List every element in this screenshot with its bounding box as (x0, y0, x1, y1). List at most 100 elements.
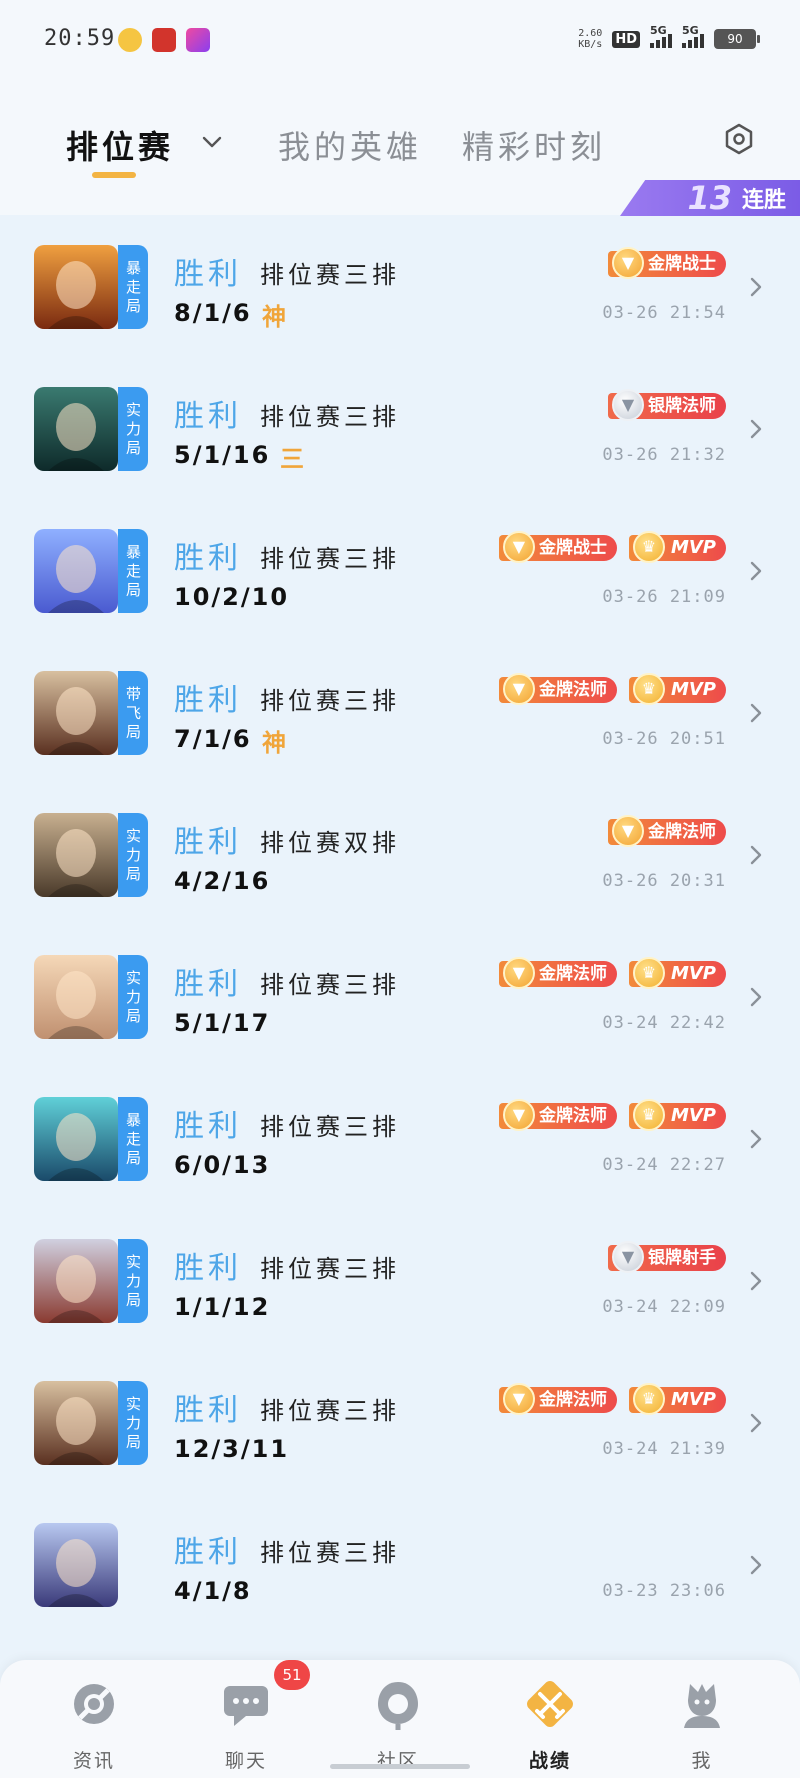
medal-label: 金牌法师 (538, 964, 607, 984)
match-row[interactable]: 带飞局 胜利 排位赛三排 7/1/6 神 ▼ 金牌法师 ♛ MVP 03-26 20:… (0, 641, 800, 783)
news-icon (74, 1684, 114, 1724)
hero-avatar-group (34, 1523, 148, 1607)
medal-icon: ▼ (612, 1241, 644, 1273)
status-indicators: 2.60 KB/s HD 5G 5G 90 (578, 24, 760, 54)
medal-label: 金牌战士 (648, 254, 716, 274)
home-indicator[interactable] (330, 1764, 470, 1769)
match-type: 排位赛三排 (260, 1113, 400, 1141)
match-type: 排位赛三排 (260, 1397, 400, 1425)
hero-avatar-group: 实力局 (34, 813, 148, 897)
chevron-right-icon[interactable] (746, 559, 766, 583)
kda-score: 12/3/11 (174, 1435, 290, 1463)
crown-icon: ♛ (632, 957, 665, 989)
nav-news[interactable]: 资讯 (34, 1674, 154, 1774)
kda-score: 6/0/13 (174, 1151, 271, 1179)
kda-score: 4/2/16 (174, 867, 271, 895)
chevron-right-icon[interactable] (746, 1127, 766, 1151)
match-mode-tag: 实力局 (118, 955, 148, 1039)
medal-badge: ▼ 金牌战士 (608, 247, 726, 279)
match-row[interactable]: 实力局 胜利 排位赛三排 12/3/11 ▼ 金牌法师 ♛ MVP 03-24 21:… (0, 1351, 800, 1493)
settings-icon[interactable] (722, 122, 756, 156)
network-speed: 2.60 KB/s (578, 28, 603, 50)
match-row[interactable]: 实力局 胜利 排位赛双排 4/2/16 ▼ 金牌法师 03-26 20:31 (0, 783, 800, 925)
match-mode-tag: 暴走局 (118, 529, 148, 613)
match-result: 胜利 (174, 1535, 242, 1570)
match-type: 排位赛三排 (260, 1255, 400, 1283)
chevron-right-icon[interactable] (746, 985, 766, 1009)
mvp-badge: ♛ MVP (628, 531, 726, 563)
hero-avatar-group: 实力局 (34, 387, 148, 471)
match-row[interactable]: 暴走局 胜利 排位赛三排 10/2/10 ▼ 金牌战士 ♛ MVP 03-26 21:… (0, 499, 800, 641)
nav-battle-record[interactable]: 战绩 (490, 1674, 610, 1774)
kda-score: 1/1/12 (174, 1293, 271, 1321)
chevron-right-icon[interactable] (746, 417, 766, 441)
mvp-badge: ♛ MVP (628, 1099, 726, 1131)
match-row[interactable]: 实力局 胜利 排位赛三排 5/1/16 三 ▼ 银牌法师 03-26 21:32 (0, 357, 800, 499)
win-streak-count: 13 (687, 179, 732, 217)
match-history-list: 暴走局 胜利 排位赛三排 8/1/6 神 ▼ 金牌战士 03-26 21:54 实… (0, 215, 800, 1635)
chevron-right-icon[interactable] (746, 1553, 766, 1577)
hero-avatar (34, 1239, 118, 1323)
chevron-right-icon[interactable] (746, 1269, 766, 1293)
match-row[interactable]: 暴走局 胜利 排位赛三排 8/1/6 神 ▼ 金牌战士 03-26 21:54 (0, 215, 800, 357)
crown-icon: ♛ (632, 1099, 665, 1131)
medal-label: 金牌法师 (648, 822, 716, 842)
kda-rating-badge: 神 (262, 303, 286, 331)
match-mode-tag: 实力局 (118, 813, 148, 897)
medal-badge: ▼ 金牌战士 (498, 531, 617, 563)
medal-label: 金牌战士 (538, 538, 607, 558)
match-type: 排位赛三排 (260, 687, 400, 715)
notification-app-icon (186, 28, 210, 52)
match-time: 03-26 21:09 (602, 587, 726, 607)
match-row[interactable]: 实力局 胜利 排位赛三排 5/1/17 ▼ 金牌法师 ♛ MVP 03-24 22:4… (0, 925, 800, 1067)
signal-icon: 5G (682, 24, 704, 48)
medal-badge: ▼ 金牌法师 (498, 957, 617, 989)
match-result: 胜利 (174, 1251, 242, 1286)
match-result: 胜利 (174, 1109, 242, 1144)
match-result: 胜利 (174, 399, 242, 434)
nav-label: 战绩 (528, 1750, 571, 1772)
hero-avatar (34, 529, 118, 613)
top-tab-bar: 排位赛 我的英雄 精彩时刻 13 连胜 (0, 80, 800, 217)
match-time: 03-26 20:51 (602, 729, 726, 749)
chat-unread-badge: 51 (274, 1660, 310, 1690)
crown-icon: ♛ (632, 673, 665, 705)
hero-avatar (34, 245, 118, 329)
medal-icon: ▼ (502, 673, 535, 705)
match-mode-tag: 暴走局 (118, 1097, 148, 1181)
match-row[interactable]: 实力局 胜利 排位赛三排 1/1/12 ▼ 银牌射手 03-24 22:09 (0, 1209, 800, 1351)
tab-highlights[interactable]: 精彩时刻 (462, 122, 606, 168)
nav-profile[interactable]: 我 (642, 1674, 762, 1774)
medal-badges: ▼ 银牌射手 (608, 1241, 726, 1273)
signal-icon: 5G (650, 24, 672, 48)
medal-label: 金牌法师 (538, 1106, 607, 1126)
community-icon (378, 1682, 418, 1730)
medal-label: MVP (670, 679, 716, 700)
medal-icon: ▼ (612, 815, 644, 847)
chat-icon (224, 1686, 268, 1726)
chevron-right-icon[interactable] (746, 275, 766, 299)
match-time: 03-23 23:06 (602, 1581, 726, 1601)
medal-label: 金牌法师 (538, 680, 607, 700)
medal-icon: ▼ (612, 247, 644, 279)
match-type: 排位赛三排 (260, 261, 400, 289)
tab-ranked[interactable]: 排位赛 (66, 122, 174, 168)
match-result: 胜利 (174, 1393, 242, 1428)
hero-avatar (34, 1523, 118, 1607)
kda-score: 4/1/8 (174, 1577, 252, 1605)
chevron-right-icon[interactable] (746, 843, 766, 867)
chevron-right-icon[interactable] (746, 1411, 766, 1435)
nav-community[interactable]: 社区 (338, 1674, 458, 1774)
medal-badges: ▼ 银牌法师 (608, 389, 726, 421)
chevron-right-icon[interactable] (746, 701, 766, 725)
tab-my-heroes[interactable]: 我的英雄 (278, 122, 422, 168)
chevron-down-icon[interactable] (200, 130, 224, 154)
match-row[interactable]: 胜利 排位赛三排 4/1/8 03-23 23:06 (0, 1493, 800, 1635)
match-time: 03-24 22:27 (602, 1155, 726, 1175)
medal-badge: ▼ 银牌法师 (608, 389, 726, 421)
hero-avatar (34, 1097, 118, 1181)
medal-badge: ▼ 金牌法师 (608, 815, 726, 847)
notification-app-icon (118, 28, 142, 52)
match-type: 排位赛三排 (260, 1539, 400, 1567)
match-row[interactable]: 暴走局 胜利 排位赛三排 6/0/13 ▼ 金牌法师 ♛ MVP 03-24 22:2… (0, 1067, 800, 1209)
